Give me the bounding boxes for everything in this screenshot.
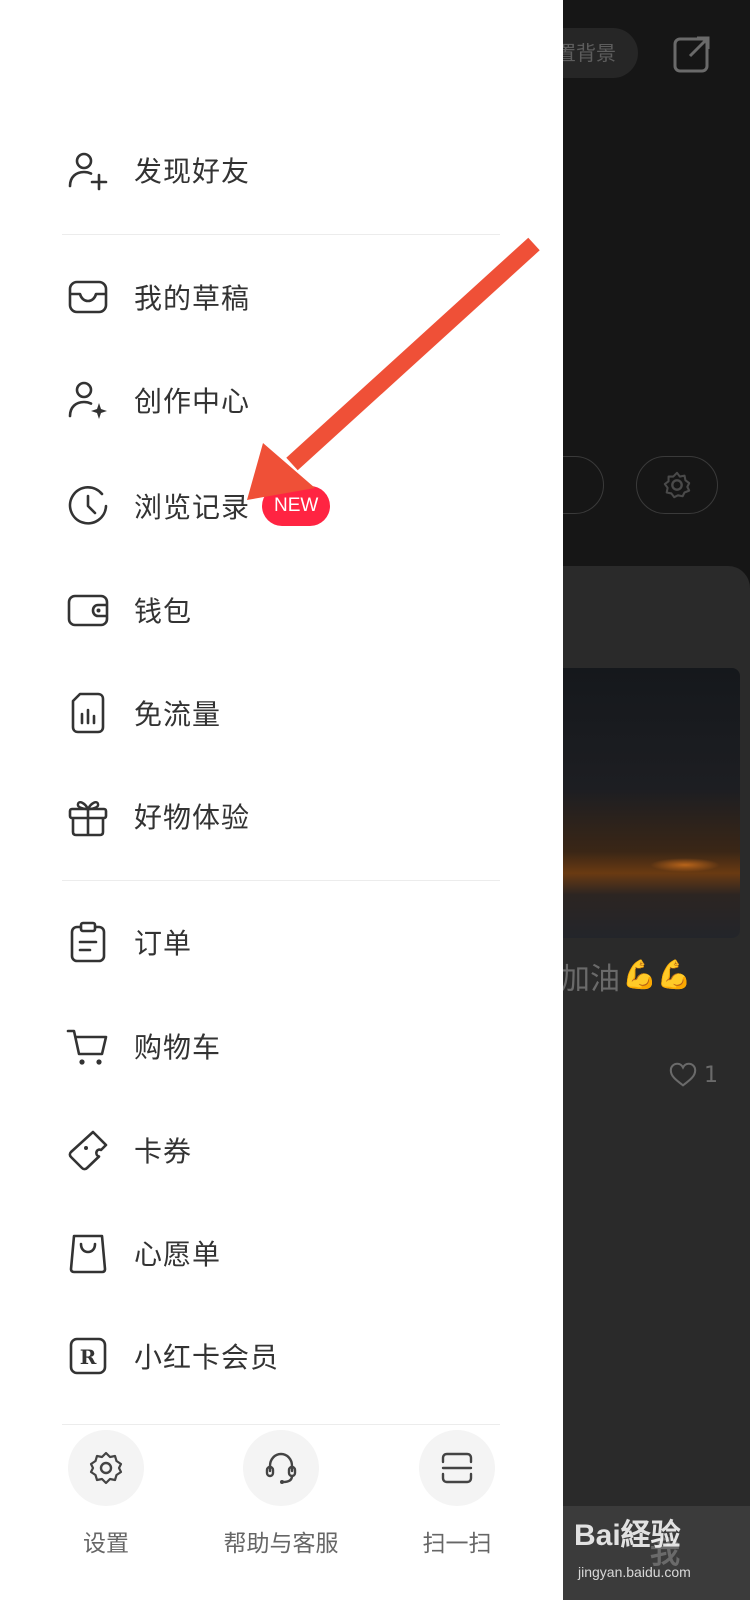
menu-label: 心愿单 [134,1238,222,1271]
menu-item-coupons[interactable]: 卡券 [0,1102,563,1198]
divider [62,1424,500,1425]
action-label: 设置 [83,1531,129,1557]
action-label: 帮助与客服 [223,1531,339,1557]
scan-icon [441,1452,473,1484]
menu-item-wallet[interactable]: 钱包 [0,562,563,658]
wish-bag-icon [66,1231,110,1275]
menu-label: 我的草稿 [134,282,251,315]
menu-label: 浏览记录 [134,491,251,524]
heart-icon [669,1062,697,1087]
headset-icon [265,1452,297,1484]
menu-item-find-friends[interactable]: 发现好友 [0,122,563,218]
baidu-watermark: Bai経验 [574,1519,681,1552]
share-icon[interactable] [672,34,712,74]
settings-gear-icon [89,1451,123,1485]
menu-label: 小红卡会员 [134,1341,280,1374]
menu-item-membership[interactable]: R 小红卡会员 [0,1308,563,1404]
muscle-emoji: 💪💪 [622,958,692,991]
note-title[interactable]: 加油 [560,954,620,998]
settings-button[interactable]: 设置 [26,1430,186,1580]
menu-label: 钱包 [134,595,193,628]
menu-item-drafts[interactable]: 我的草稿 [0,249,563,345]
menu-label: 创作中心 [134,385,251,418]
clipboard-icon [66,920,110,964]
menu-label: 好物体验 [134,801,251,834]
cart-icon [66,1024,110,1068]
action-label: 扫一扫 [422,1531,492,1557]
ticket-icon [66,1128,110,1172]
menu-item-orders[interactable]: 订单 [0,894,563,990]
membership-r-icon: R [66,1334,110,1378]
menu-label: 免流量 [134,698,222,731]
like-count: 1 [704,1062,718,1088]
creator-icon [66,378,110,422]
help-support-button-circle[interactable] [243,1430,319,1506]
divider [62,880,500,881]
inbox-tray-icon [66,275,110,319]
gift-icon [66,794,110,838]
menu-label: 订单 [134,927,193,960]
new-badge: NEW [262,486,331,526]
settings-button-circle[interactable] [68,1430,144,1506]
side-drawer: 发现好友 我的草稿 创作中心 浏览记录 NEW 钱包 免流量 好物体验 订单 购… [0,0,563,1600]
history-clock-icon [66,484,110,528]
menu-label: 发现好友 [134,155,251,188]
profile-settings-button[interactable] [636,456,718,514]
menu-item-cart[interactable]: 购物车 [0,998,563,1094]
menu-label: 购物车 [134,1031,222,1064]
scan-button[interactable]: 扫一扫 [377,1430,537,1580]
help-support-button[interactable]: 帮助与客服 [201,1430,361,1580]
add-friend-icon [66,148,110,192]
menu-label: 卡券 [134,1135,193,1168]
menu-item-product-trial[interactable]: 好物体验 [0,768,563,864]
gear-icon [663,471,691,499]
note-like[interactable]: 1 [668,1060,718,1090]
menu-item-creator-center[interactable]: 创作中心 [0,352,563,448]
menu-item-wishlist[interactable]: 心愿单 [0,1205,563,1301]
sim-card-icon [66,691,110,735]
wallet-icon [66,588,110,632]
drawer-bottom-actions: 设置 帮助与客服 扫一扫 [0,1430,563,1580]
svg-text:R: R [80,1345,97,1369]
scan-button-circle[interactable] [419,1430,495,1506]
divider [62,234,500,235]
menu-item-free-data[interactable]: 免流量 [0,665,563,761]
baidu-watermark-url: jingyan.baidu.com [578,1564,691,1580]
